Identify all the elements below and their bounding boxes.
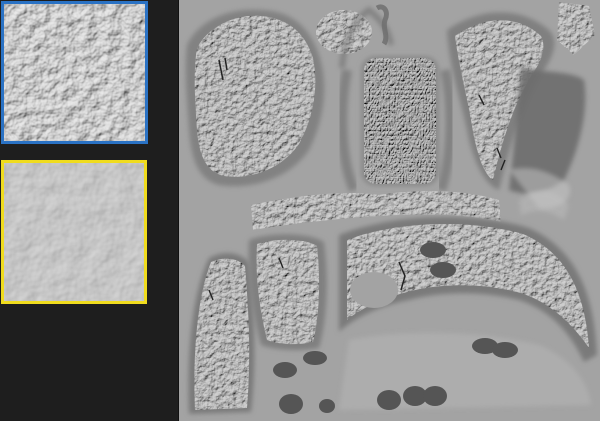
uv-island-top-right <box>447 2 595 194</box>
uv-atlas-canvas <box>185 2 597 414</box>
uv-island-top-left <box>185 9 325 187</box>
bumpy-leather-swatch <box>4 4 145 141</box>
texture-sidebar <box>0 0 178 421</box>
texture-thumbnail-bumpy[interactable] <box>1 1 148 144</box>
uv-texture-viewport[interactable] <box>179 0 600 421</box>
texture-thumbnail-smooth[interactable] <box>1 160 147 304</box>
smooth-leather-swatch <box>4 163 144 301</box>
uv-island-bottom-left <box>188 234 327 414</box>
